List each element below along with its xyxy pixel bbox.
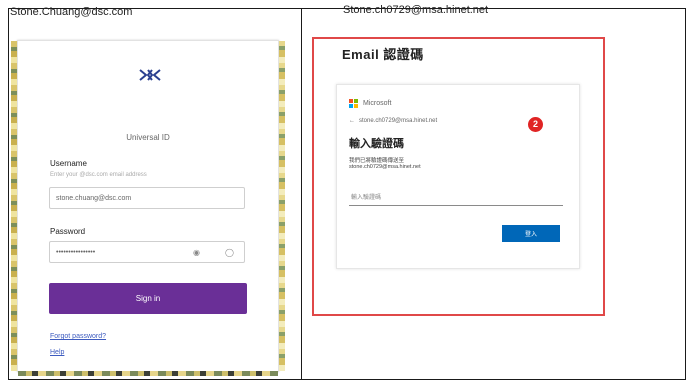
username-field[interactable]: stone.chuang@dsc.com — [49, 187, 245, 209]
product-name: Universal ID — [126, 133, 170, 142]
background-strip-bottom — [18, 371, 278, 376]
microsoft-logo-icon — [349, 99, 359, 109]
eye-icon[interactable]: ◉ — [193, 248, 200, 257]
login-card: Universal ID Username Enter your @dsc.co… — [11, 40, 285, 376]
forgot-password-link[interactable]: Forgot password? — [50, 333, 106, 340]
account-email: stone.ch0729@msa.hinet.net — [359, 118, 438, 124]
column-divider — [301, 9, 302, 379]
background-strip-right — [279, 41, 285, 371]
sign-in-button[interactable]: Sign in — [49, 283, 247, 314]
dsc-logo-icon — [139, 68, 161, 82]
help-link[interactable]: Help — [50, 349, 64, 356]
right-account-caption: Stone.ch0729@msa.hinet.net — [343, 4, 489, 16]
verification-highlight-box: Email 認證碼 Microsoft ← stone.ch0729@msa.h… — [312, 37, 605, 316]
password-value: •••••••••••••••• — [56, 249, 96, 256]
background-strip-left — [11, 41, 17, 371]
microsoft-brand: Microsoft — [363, 100, 392, 107]
verify-submit-button[interactable]: 登入 — [502, 225, 560, 242]
username-hint: Enter your @dsc.com email address — [50, 172, 147, 178]
verify-heading: 輸入驗證碼 — [349, 138, 404, 150]
username-label: Username — [50, 159, 87, 168]
verification-title: Email 認證碼 — [342, 47, 424, 62]
verify-description-line2: stone.ch0729@msa.hinet.net — [349, 164, 421, 170]
step-badge: 2 — [528, 117, 543, 132]
back-arrow-icon[interactable]: ← — [349, 118, 355, 124]
code-input[interactable]: 輸入驗證碼 — [349, 192, 563, 206]
left-account-caption: Stone.Chuang@dsc.com — [10, 6, 133, 18]
verify-description-line1: 我們已將驗證碼傳送至 — [349, 158, 405, 164]
microsoft-verify-card: Microsoft ← stone.ch0729@msa.hinet.net 輸… — [336, 84, 580, 269]
password-field[interactable]: •••••••••••••••• ◉ ◯ — [49, 241, 245, 263]
eye-off-icon[interactable]: ◯ — [225, 248, 234, 257]
password-label: Password — [50, 227, 86, 236]
